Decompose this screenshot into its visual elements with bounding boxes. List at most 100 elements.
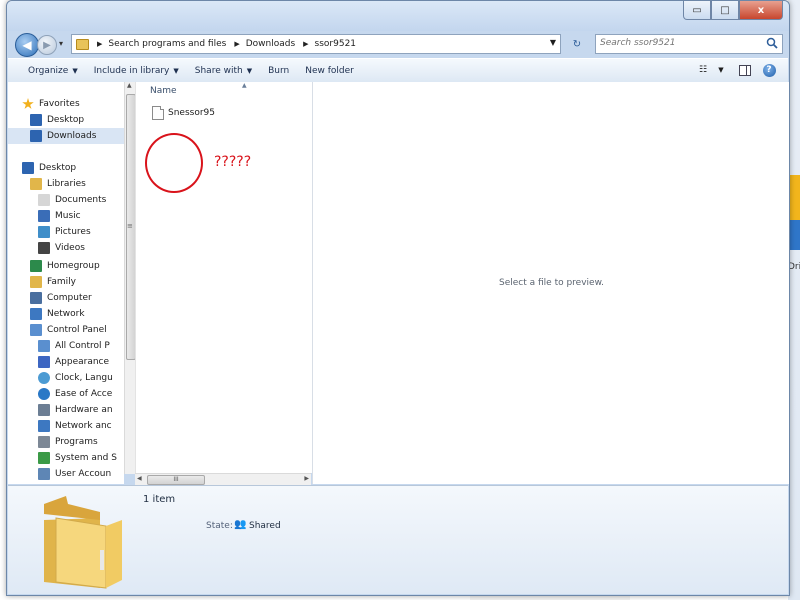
column-header-name[interactable]: Name: [150, 86, 177, 96]
star-icon: [22, 98, 34, 109]
burn-button[interactable]: Burn: [260, 59, 297, 82]
homegroup-icon: [30, 260, 42, 272]
breadcrumb-item[interactable]: ssor9521: [315, 39, 357, 49]
recent-pages-button[interactable]: ▾: [59, 39, 63, 48]
sidebar-item-label: Appearance: [55, 357, 110, 367]
desktop-icon: [22, 162, 34, 174]
music-icon: [38, 210, 50, 222]
view-options-chevron-icon[interactable]: ▼: [712, 62, 730, 78]
sidebar-item-label: Programs: [55, 437, 98, 447]
sidebar-item[interactable]: Ease of Acce: [8, 386, 124, 402]
chevron-down-icon: ▼: [173, 66, 179, 75]
scroll-up-icon[interactable]: ▲: [127, 82, 132, 89]
sidebar-item[interactable]: Computer: [8, 290, 124, 306]
help-button[interactable]: ?: [760, 62, 778, 78]
share-with-button[interactable]: Share with ▼: [187, 59, 260, 82]
sidebar-item[interactable]: Documents: [8, 192, 124, 208]
sidebar-item-label: Videos: [55, 243, 85, 253]
breadcrumb-separator-icon[interactable]: ▶: [97, 40, 102, 48]
state-value: Shared: [249, 521, 281, 531]
address-dropdown-icon[interactable]: ▼: [550, 38, 556, 47]
sidebar-item[interactable]: User Accoun: [8, 466, 124, 482]
appearance-icon: [38, 356, 50, 368]
sidebar-item[interactable]: Appearance: [8, 354, 124, 370]
sidebar-item-label: Hardware an: [55, 405, 113, 415]
caption-buttons: ▭ □ x: [683, 1, 783, 20]
sidebar-item-label: Clock, Langu: [55, 373, 113, 383]
sidebar-item[interactable]: Network: [8, 306, 124, 322]
sidebar-item[interactable]: Family: [8, 274, 124, 290]
scroll-grip-icon: ≡: [127, 222, 133, 230]
sidebar-item-label: Pictures: [55, 227, 91, 237]
sidebar-item[interactable]: Pictures: [8, 224, 124, 240]
preview-pane-icon[interactable]: [736, 62, 754, 78]
sidebar-item[interactable]: Libraries: [8, 176, 124, 192]
search-icon[interactable]: [766, 37, 778, 49]
address-bar[interactable]: ▶ Search programs and files ▶ Downloads …: [71, 34, 561, 54]
forward-button[interactable]: ▶: [37, 35, 57, 55]
breadcrumb-separator-icon[interactable]: ▶: [234, 40, 239, 48]
sidebar-item[interactable]: Hardware an: [8, 402, 124, 418]
help-icon: ?: [762, 63, 776, 77]
close-button[interactable]: x: [739, 1, 783, 20]
back-button[interactable]: ◀: [15, 33, 39, 57]
sidebar-item[interactable]: Music: [8, 208, 124, 224]
sidebar-item[interactable]: Network anc: [8, 418, 124, 434]
control-panel-icon: [38, 340, 50, 352]
sidebar-item[interactable]: Videos: [8, 240, 124, 256]
scroll-left-icon[interactable]: ◀: [137, 475, 142, 482]
sidebar-item[interactable]: Programs: [8, 434, 124, 450]
refresh-button[interactable]: ↻: [565, 34, 589, 54]
search-box[interactable]: [595, 34, 783, 54]
sidebar-item[interactable]: Desktop: [8, 160, 124, 176]
system-icon: [38, 452, 50, 464]
control-panel-icon: [30, 324, 42, 336]
command-bar: Organize ▼ Include in library ▼ Share wi…: [8, 58, 788, 83]
horizontal-scrollbar-thumb[interactable]: III: [147, 475, 205, 485]
sidebar-item[interactable]: Homegroup: [8, 258, 124, 274]
videos-icon: [38, 242, 50, 254]
navigation-row: ◀ ▶ ▾ ▶ Search programs and files ▶ Down…: [7, 31, 789, 57]
sidebar-item-label: Desktop: [39, 163, 77, 173]
sidebar-item-label: Network anc: [55, 421, 112, 431]
shared-users-icon: 👥: [234, 519, 247, 530]
preview-message: Select a file to preview.: [499, 278, 604, 288]
refresh-icon: ↻: [572, 38, 582, 50]
include-in-library-button[interactable]: Include in library ▼: [86, 59, 187, 82]
sidebar-item[interactable]: Desktop: [8, 112, 124, 128]
hardware-icon: [38, 404, 50, 416]
breadcrumb-separator-icon[interactable]: ▶: [303, 40, 308, 48]
computer-icon: [30, 292, 42, 304]
sidebar-item[interactable]: Downloads: [8, 128, 124, 144]
title-bar[interactable]: ▭ □ x: [7, 1, 789, 31]
folder-icon: [44, 496, 122, 589]
sidebar-item-label: Favorites: [39, 99, 80, 109]
file-row[interactable]: Snessor95: [152, 106, 215, 120]
chevron-down-icon: ▼: [246, 66, 253, 75]
state-label: State:: [206, 521, 233, 531]
sidebar-item-label: Homegroup: [47, 261, 100, 271]
change-view-icon[interactable]: ☷: [694, 62, 712, 78]
sidebar-item[interactable]: Recycle Bin: [8, 482, 124, 484]
breadcrumb-item[interactable]: Search programs and files: [108, 39, 226, 49]
sidebar-item[interactable]: Control Panel: [8, 322, 124, 338]
sidebar-item-label: Ease of Acce: [55, 389, 113, 399]
sidebar-item[interactable]: Clock, Langu: [8, 370, 124, 386]
network-icon: [38, 420, 50, 432]
breadcrumb-item[interactable]: Downloads: [246, 39, 295, 49]
document-icon: [152, 106, 164, 120]
sidebar-item[interactable]: System and S: [8, 450, 124, 466]
sidebar-item[interactable]: All Control P: [8, 338, 124, 354]
minimize-button[interactable]: ▭: [683, 1, 711, 20]
sidebar-item[interactable]: Favorites: [8, 96, 124, 112]
horizontal-scrollbar[interactable]: ◀ III ▶: [135, 473, 311, 485]
sidebar-item-label: Control Panel: [47, 325, 107, 335]
user-folder-icon: [30, 276, 42, 288]
search-input[interactable]: [596, 35, 764, 51]
new-folder-button[interactable]: New folder: [297, 59, 362, 82]
sort-ascending-icon: ▲: [242, 82, 247, 89]
maximize-button[interactable]: □: [711, 1, 739, 20]
sidebar-item-label: Music: [55, 211, 81, 221]
organize-button[interactable]: Organize ▼: [8, 59, 86, 82]
scroll-right-icon[interactable]: ▶: [304, 475, 309, 482]
